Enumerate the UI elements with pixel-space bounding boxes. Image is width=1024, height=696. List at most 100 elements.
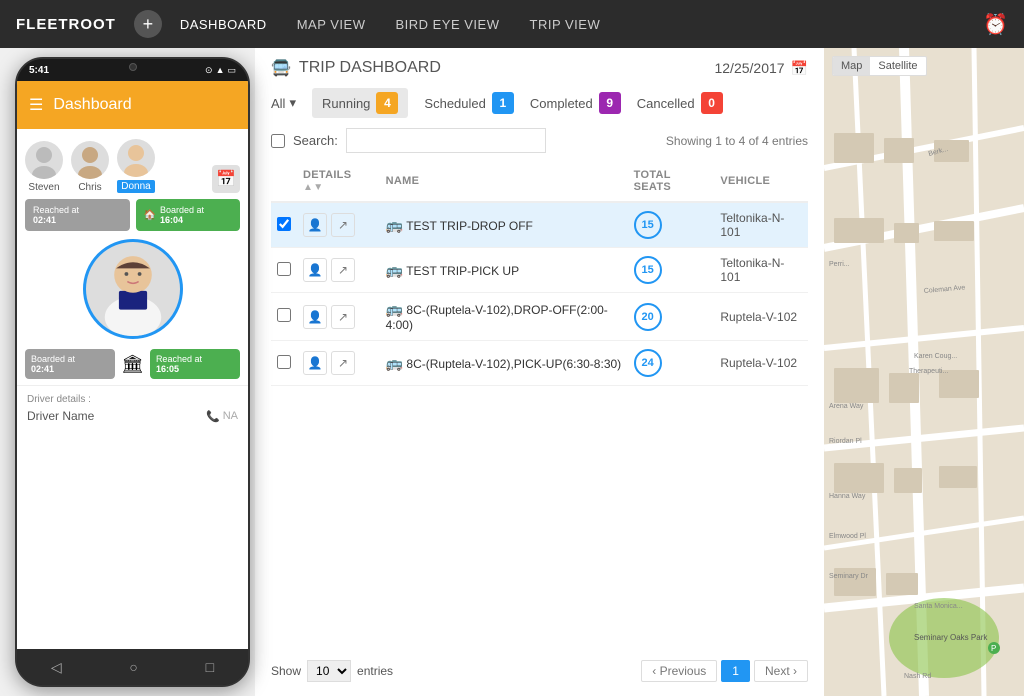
- driver-section: Driver details : Driver Name 📞 NA: [17, 385, 248, 431]
- filter-scheduled[interactable]: Scheduled 1: [424, 92, 513, 114]
- title-text: TRIP DASHBOARD: [299, 59, 441, 77]
- person-icon[interactable]: 👤: [303, 351, 327, 375]
- vehicle-name: Ruptela-V-102: [720, 310, 797, 324]
- search-left: Search:: [271, 128, 546, 153]
- cancelled-badge: 0: [701, 92, 723, 114]
- row-checkbox-cell[interactable]: [271, 293, 297, 341]
- next-button[interactable]: Next ›: [754, 660, 808, 682]
- svg-text:Nash Rd: Nash Rd: [904, 673, 931, 680]
- svg-text:Therapeuti...: Therapeuti...: [909, 368, 948, 375]
- trip-info-top: Reached at02:41 🏠 Boarded at16:04: [17, 199, 248, 231]
- reached-bottom-label: Reached at16:05: [156, 354, 202, 374]
- trip-bus-icon: 🚌: [386, 355, 403, 371]
- avatar-circle-chris: [71, 141, 109, 179]
- map-tab-map[interactable]: Map: [833, 57, 870, 75]
- table-row: 👤 ↗ 🚌 TEST TRIP-DROP OFF 15 Telto: [271, 202, 808, 248]
- avatar-steven[interactable]: Steven: [25, 141, 63, 193]
- hamburger-icon[interactable]: ☰: [29, 95, 43, 115]
- seats-circle: 15: [634, 256, 662, 284]
- map-tab-satellite[interactable]: Satellite: [870, 57, 925, 75]
- person-icon[interactable]: 👤: [303, 305, 327, 329]
- prev-button[interactable]: ‹ Previous: [641, 660, 717, 682]
- recent-button[interactable]: □: [206, 659, 214, 675]
- calendar-icon[interactable]: 📅: [212, 165, 240, 193]
- bottom-cards: Boarded at02:41 🏛 Reached at16:05: [17, 343, 248, 385]
- calendar-icon[interactable]: 📅: [791, 60, 808, 77]
- table-row: 👤 ↗ 🚌 8C-(Ruptela-V-102),PICK-UP(6:30-8:…: [271, 341, 808, 386]
- trip-icon: 🚍: [271, 58, 291, 78]
- date-value: 12/25/2017: [714, 60, 784, 76]
- col-vehicle[interactable]: VEHICLE: [714, 161, 808, 202]
- avatar-circle-steven: [25, 141, 63, 179]
- signal-icon: ▲: [216, 65, 225, 75]
- driver-name: Driver Name: [27, 409, 94, 423]
- filter-all[interactable]: All ▾: [271, 95, 296, 111]
- table-body: 👤 ↗ 🚌 TEST TRIP-DROP OFF 15 Telto: [271, 202, 808, 386]
- running-badge: 4: [376, 92, 398, 114]
- row-checkbox-cell[interactable]: [271, 341, 297, 386]
- svg-text:Elmwood Pl: Elmwood Pl: [829, 533, 866, 540]
- svg-text:Karen Coug...: Karen Coug...: [914, 353, 957, 360]
- chart-icon[interactable]: ↗: [331, 305, 355, 329]
- app-title: Dashboard: [53, 96, 131, 114]
- date-display: 12/25/2017 📅: [714, 60, 808, 77]
- table-header: DETAILS ▲▼ NAME TOTAL SEATS VEHICLE: [271, 161, 808, 202]
- chart-icon[interactable]: ↗: [331, 213, 355, 237]
- map-section: Map Satellite: [824, 48, 1024, 696]
- person-icon[interactable]: 👤: [303, 213, 327, 237]
- person-icon[interactable]: 👤: [303, 258, 327, 282]
- chart-icon[interactable]: ↗: [331, 351, 355, 375]
- row-seats-cell: 15: [628, 202, 715, 248]
- filter-cancelled[interactable]: Cancelled 0: [637, 92, 723, 114]
- select-all-checkbox[interactable]: [271, 134, 285, 148]
- phone-time: 5:41: [29, 65, 49, 76]
- trip-name: 8C-(Ruptela-V-102),DROP-OFF(2:00-4:00): [386, 303, 608, 332]
- add-button[interactable]: +: [134, 10, 162, 38]
- col-seats[interactable]: TOTAL SEATS: [628, 161, 715, 202]
- entries-select[interactable]: 102550: [307, 660, 351, 682]
- vehicle-name: Teltonika-N-101: [720, 256, 784, 284]
- row-checkbox-cell[interactable]: [271, 202, 297, 248]
- phone-icon: 📞: [206, 410, 220, 423]
- phone-screen: ☰ Dashboard Steven: [17, 81, 248, 649]
- row-seats-cell: 20: [628, 293, 715, 341]
- search-row: Search: Showing 1 to 4 of 4 entries: [271, 128, 808, 153]
- nav-dashboard[interactable]: DASHBOARD: [180, 17, 267, 32]
- filter-all-label: All: [271, 96, 285, 111]
- filter-completed[interactable]: Completed 9: [530, 92, 621, 114]
- row-checkbox-cell[interactable]: [271, 248, 297, 293]
- col-details[interactable]: DETAILS ▲▼: [297, 161, 380, 202]
- svg-text:Seminary Dr: Seminary Dr: [829, 573, 869, 580]
- page-1-button[interactable]: 1: [721, 660, 750, 682]
- chart-icon[interactable]: ↗: [331, 258, 355, 282]
- boarded-bottom-label: Boarded at02:41: [31, 354, 75, 374]
- svg-text:Perri...: Perri...: [829, 261, 850, 268]
- scheduled-label: Scheduled: [424, 96, 485, 111]
- nav-links: DASHBOARD MAP VIEW BIRD EYE VIEW TRIP VI…: [180, 17, 983, 32]
- back-button[interactable]: ◁: [51, 659, 62, 676]
- phone-status-icons: ⊙ ▲ ▭: [205, 65, 236, 76]
- student-photo: [83, 239, 183, 339]
- nav-map-view[interactable]: MAP VIEW: [297, 17, 366, 32]
- detail-icons: 👤 ↗: [303, 305, 374, 329]
- home-button[interactable]: ○: [129, 659, 137, 675]
- avatar-label-steven: Steven: [28, 182, 59, 193]
- bottom-card-reached: Reached at16:05: [150, 349, 240, 379]
- trip-name: TEST TRIP-PICK UP: [406, 264, 519, 278]
- row-vehicle-cell: Teltonika-N-101: [714, 202, 808, 248]
- detail-icons: 👤 ↗: [303, 351, 374, 375]
- nav-trip-view[interactable]: TRIP VIEW: [530, 17, 601, 32]
- row-seats-cell: 24: [628, 341, 715, 386]
- filter-running[interactable]: Running 4: [312, 88, 408, 118]
- col-name[interactable]: NAME: [380, 161, 628, 202]
- avatar-circle-donna: [117, 139, 155, 177]
- avatar-donna[interactable]: Donna: [117, 139, 155, 193]
- row-vehicle-cell: Teltonika-N-101: [714, 248, 808, 293]
- scheduled-badge: 1: [492, 92, 514, 114]
- nav-bird-eye-view[interactable]: BIRD EYE VIEW: [395, 17, 499, 32]
- avatar-chris[interactable]: Chris: [71, 141, 109, 193]
- detail-icons: 👤 ↗: [303, 258, 374, 282]
- show-entries: Show 102550 entries: [271, 660, 393, 682]
- svg-text:Santa Monica...: Santa Monica...: [914, 603, 963, 610]
- search-input[interactable]: [346, 128, 546, 153]
